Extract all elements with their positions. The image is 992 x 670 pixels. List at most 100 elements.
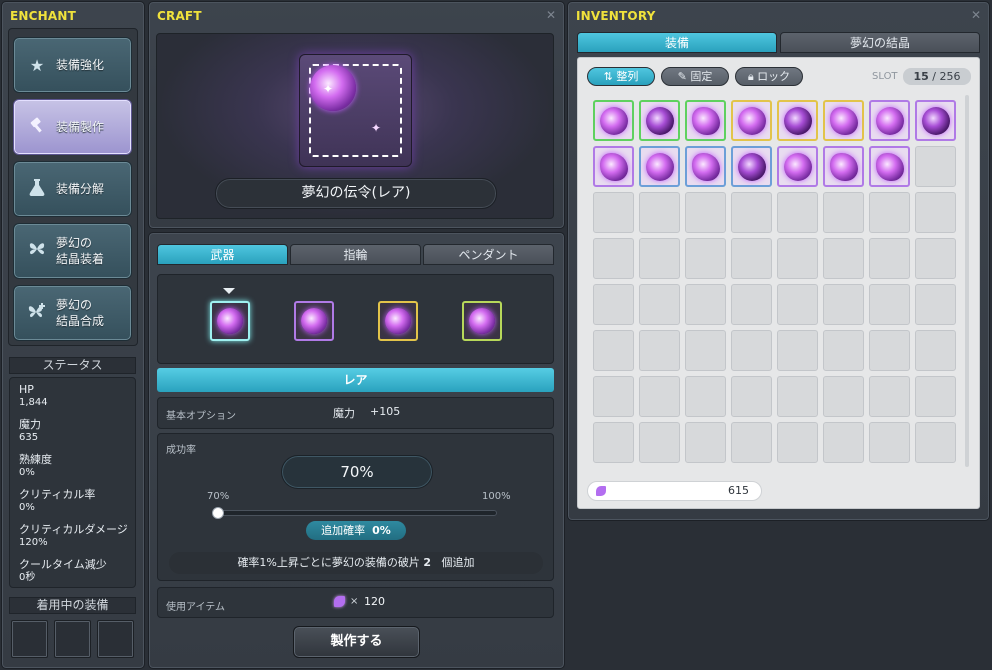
inventory-slot[interactable] — [823, 284, 864, 325]
rarity-option-unique[interactable] — [378, 301, 418, 341]
inventory-item[interactable] — [777, 100, 818, 141]
inventory-slot[interactable] — [915, 192, 956, 233]
inventory-slot[interactable] — [685, 284, 726, 325]
rarity-option-legendary[interactable] — [462, 301, 502, 341]
inventory-slot[interactable] — [685, 330, 726, 371]
inventory-slot[interactable] — [869, 238, 910, 279]
inventory-slot[interactable] — [869, 192, 910, 233]
inventory-slot[interactable] — [685, 238, 726, 279]
equipped-slot[interactable] — [11, 620, 48, 658]
success-slider-knob[interactable] — [212, 507, 224, 519]
inventory-slot[interactable] — [639, 330, 680, 371]
inventory-item[interactable] — [869, 146, 910, 187]
inventory-item[interactable] — [869, 100, 910, 141]
inventory-item[interactable] — [593, 100, 634, 141]
equipped-slot[interactable] — [54, 620, 91, 658]
inventory-slot[interactable] — [915, 376, 956, 417]
inventory-slot[interactable] — [731, 376, 772, 417]
inventory-slot[interactable] — [593, 192, 634, 233]
tab-ring[interactable]: 指輪 — [290, 244, 421, 265]
inventory-item[interactable] — [915, 100, 956, 141]
inventory-slot[interactable] — [685, 192, 726, 233]
inventory-item[interactable] — [639, 100, 680, 141]
pin-button[interactable]: ✎ 固定 — [661, 67, 729, 86]
inventory-slot[interactable] — [777, 238, 818, 279]
inventory-slot[interactable] — [731, 238, 772, 279]
slot-counter: 15 / 256 — [903, 68, 971, 85]
inventory-slot[interactable] — [731, 422, 772, 463]
inventory-item[interactable] — [777, 146, 818, 187]
crystal-item-icon — [599, 152, 628, 181]
inventory-slot[interactable] — [823, 422, 864, 463]
inventory-slot[interactable] — [639, 376, 680, 417]
inventory-slot[interactable] — [685, 422, 726, 463]
crystal-item-icon — [829, 106, 858, 135]
inventory-slot[interactable] — [915, 330, 956, 371]
crystal-item-icon — [829, 152, 858, 181]
inventory-slot[interactable] — [639, 422, 680, 463]
inventory-item[interactable] — [685, 146, 726, 187]
inventory-slot[interactable] — [593, 330, 634, 371]
inventory-slot[interactable] — [639, 192, 680, 233]
inventory-item[interactable] — [639, 146, 680, 187]
inventory-slot[interactable] — [915, 422, 956, 463]
inventory-slot[interactable] — [823, 192, 864, 233]
inventory-grid — [585, 91, 963, 469]
craft-button[interactable]: 製作する — [293, 626, 420, 658]
menu-disassemble[interactable]: 装備分解 — [13, 161, 132, 217]
inventory-slot[interactable] — [593, 422, 634, 463]
inventory-slot[interactable] — [869, 330, 910, 371]
inventory-slot[interactable] — [915, 284, 956, 325]
close-icon[interactable]: ✕ — [971, 8, 981, 22]
tab-equipment[interactable]: 装備 — [577, 32, 777, 53]
tab-weapon[interactable]: 武器 — [157, 244, 288, 265]
inventory-slot[interactable] — [731, 330, 772, 371]
inventory-slot[interactable] — [685, 376, 726, 417]
menu-enhance[interactable]: ★ 装備強化 — [13, 37, 132, 93]
inventory-item[interactable] — [685, 100, 726, 141]
menu-crystal-equip[interactable]: 夢幻の 結晶装着 — [13, 223, 132, 279]
menu-craft[interactable]: 装備製作 — [13, 99, 132, 155]
inventory-scrollbar[interactable] — [965, 95, 969, 467]
rarity-option-epic[interactable] — [294, 301, 334, 341]
base-option-value: +105 — [370, 405, 401, 418]
inventory-slot[interactable] — [593, 238, 634, 279]
success-slider-track[interactable] — [212, 507, 497, 519]
rarity-option-rare[interactable] — [210, 301, 250, 341]
inventory-slot[interactable] — [869, 422, 910, 463]
inventory-slot[interactable] — [869, 376, 910, 417]
inventory-item[interactable] — [823, 146, 864, 187]
inventory-slot[interactable] — [731, 192, 772, 233]
cost-info-text: 確率1%上昇ごとに夢幻の装備の破片 — [237, 556, 420, 569]
inventory-item[interactable] — [731, 100, 772, 141]
inventory-slot[interactable] — [593, 284, 634, 325]
inventory-item[interactable] — [593, 146, 634, 187]
inventory-slot[interactable] — [777, 284, 818, 325]
menu-crystal-merge[interactable]: 夢幻の 結晶合成 — [13, 285, 132, 341]
extra-rate-badge: 追加確率 0% — [306, 521, 406, 540]
tab-crystals[interactable]: 夢幻の結晶 — [780, 32, 980, 53]
lock-button[interactable]: 🔒︎ ロック — [735, 67, 803, 86]
inventory-slot[interactable] — [823, 330, 864, 371]
inventory-slot[interactable] — [915, 146, 956, 187]
close-icon[interactable]: ✕ — [546, 8, 556, 22]
inventory-slot[interactable] — [915, 238, 956, 279]
inventory-slot[interactable] — [869, 284, 910, 325]
inventory-slot[interactable] — [823, 238, 864, 279]
crystal-item-icon — [737, 152, 766, 181]
inventory-slot[interactable] — [639, 284, 680, 325]
equipped-slot[interactable] — [97, 620, 134, 658]
inventory-slot[interactable] — [777, 376, 818, 417]
inventory-slot[interactable] — [777, 330, 818, 371]
sort-button[interactable]: ⇅ 整列 — [587, 67, 655, 86]
inventory-item[interactable] — [731, 146, 772, 187]
inventory-slot[interactable] — [639, 238, 680, 279]
butterfly-plus-icon — [28, 302, 46, 324]
inventory-slot[interactable] — [823, 376, 864, 417]
inventory-slot[interactable] — [593, 376, 634, 417]
inventory-slot[interactable] — [777, 422, 818, 463]
inventory-item[interactable] — [823, 100, 864, 141]
inventory-slot[interactable] — [777, 192, 818, 233]
tab-pendant[interactable]: ペンダント — [423, 244, 554, 265]
inventory-slot[interactable] — [731, 284, 772, 325]
